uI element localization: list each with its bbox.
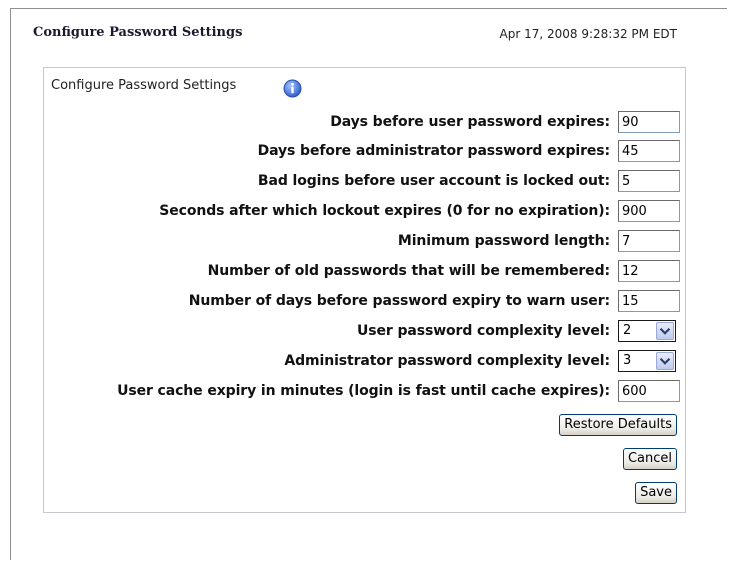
- page-title: Configure Password Settings: [33, 25, 243, 40]
- password-settings-panel: Configure Password Settings Days before …: [43, 67, 686, 513]
- panel-title-text: Configure Password Settings: [51, 78, 237, 93]
- user-complexity-label: User password complexity level:: [356, 323, 610, 339]
- user-complexity-value: 2: [623, 323, 632, 338]
- user-complexity-select[interactable]: 2: [618, 320, 676, 342]
- expiry-warning-label: Number of days before password expiry to…: [188, 293, 610, 309]
- field-row-min-password-length: Minimum password length:: [44, 230, 680, 254]
- lockout-expiry-label: Seconds after which lockout expires (0 f…: [159, 203, 610, 219]
- field-row-user-password-expiry: Days before user password expires:: [44, 111, 680, 135]
- admin-complexity-select[interactable]: 3: [618, 350, 676, 372]
- restore-defaults-button[interactable]: Restore Defaults: [559, 414, 677, 436]
- info-icon[interactable]: [283, 79, 302, 98]
- bad-logins-label: Bad logins before user account is locked…: [257, 173, 610, 189]
- old-passwords-input[interactable]: [618, 260, 680, 282]
- timestamp: Apr 17, 2008 9:28:32 PM EDT: [499, 27, 677, 41]
- field-row-admin-password-expiry: Days before administrator password expir…: [44, 140, 680, 164]
- admin-password-expiry-label: Days before administrator password expir…: [257, 143, 611, 159]
- user-password-expiry-input[interactable]: [618, 111, 680, 133]
- admin-password-expiry-input[interactable]: [618, 140, 680, 162]
- field-row-user-complexity: User password complexity level: 2: [44, 320, 676, 344]
- old-passwords-label: Number of old passwords that will be rem…: [207, 263, 610, 279]
- admin-complexity-label: Administrator password complexity level:: [284, 353, 610, 369]
- field-row-lockout-expiry: Seconds after which lockout expires (0 f…: [44, 200, 680, 224]
- cache-expiry-input[interactable]: [618, 380, 680, 402]
- panel-title: Configure Password Settings: [51, 78, 302, 98]
- chevron-down-icon[interactable]: [656, 322, 674, 340]
- field-row-old-passwords: Number of old passwords that will be rem…: [44, 260, 680, 284]
- bad-logins-input[interactable]: [618, 170, 680, 192]
- user-password-expiry-label: Days before user password expires:: [330, 114, 610, 130]
- field-row-expiry-warning: Number of days before password expiry to…: [44, 290, 680, 314]
- lockout-expiry-input[interactable]: [618, 200, 680, 222]
- cache-expiry-label: User cache expiry in minutes (login is f…: [117, 383, 610, 399]
- chevron-down-icon[interactable]: [656, 352, 674, 370]
- cancel-button[interactable]: Cancel: [622, 448, 677, 470]
- field-row-bad-logins: Bad logins before user account is locked…: [44, 170, 680, 194]
- min-password-length-label: Minimum password length:: [397, 233, 610, 249]
- expiry-warning-input[interactable]: [618, 290, 680, 312]
- field-row-cache-expiry: User cache expiry in minutes (login is f…: [44, 380, 680, 404]
- admin-complexity-value: 3: [623, 353, 632, 368]
- min-password-length-input[interactable]: [618, 230, 680, 252]
- save-button[interactable]: Save: [635, 482, 677, 504]
- field-row-admin-complexity: Administrator password complexity level:…: [44, 350, 676, 374]
